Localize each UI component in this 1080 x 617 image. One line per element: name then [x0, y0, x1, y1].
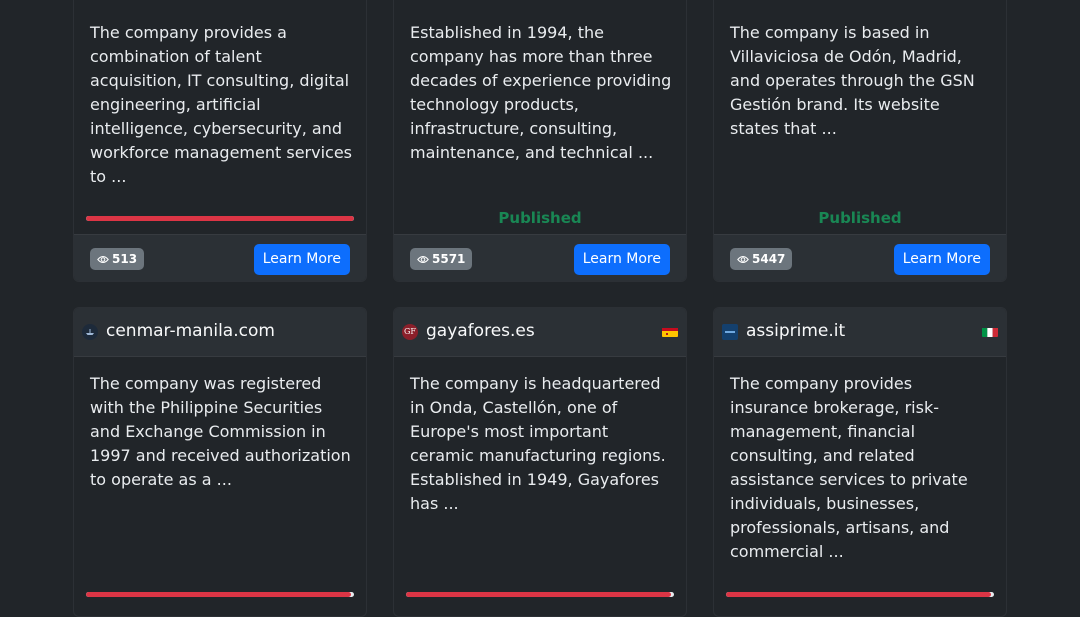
- views-badge: 513: [90, 248, 145, 270]
- learn-more-button[interactable]: Learn More: [573, 244, 670, 275]
- views-badge: 5447: [730, 248, 793, 270]
- company-card: cenmar-manila.com The company was regist…: [73, 307, 367, 617]
- company-description: The company provides insurance brokerage…: [730, 374, 968, 561]
- company-card: The company is based in Villaviciosa de …: [713, 0, 1007, 282]
- progress-bar-fill: [726, 592, 992, 597]
- company-card: The company provides a combination of ta…: [73, 0, 367, 282]
- progress-bar-fill: [406, 592, 672, 597]
- card-footer: 5447 Learn More: [714, 234, 1006, 281]
- status-label: Published: [498, 209, 582, 227]
- progress-bar-fill: [86, 592, 352, 597]
- progress-bar: [726, 592, 994, 597]
- views-count: 5571: [432, 252, 466, 266]
- company-description: The company provides a combination of ta…: [90, 23, 353, 186]
- card-footer: 513 Learn More: [74, 234, 366, 281]
- card-footer: 5571 Learn More: [394, 234, 686, 281]
- views-count: 5447: [752, 252, 786, 266]
- italy-flag-icon: [982, 325, 998, 337]
- status-label: Published: [818, 209, 902, 227]
- company-domain-link[interactable]: assiprime.it: [746, 321, 845, 341]
- card-header: GF gayafores.es: [394, 308, 686, 357]
- learn-more-button[interactable]: Learn More: [253, 244, 350, 275]
- progress-bar: [86, 592, 354, 597]
- company-description: The company was registered with the Phil…: [90, 374, 351, 489]
- company-card: Established in 1994, the company has mor…: [393, 0, 687, 282]
- ship-logo-icon: [82, 324, 98, 340]
- company-description: Established in 1994, the company has mor…: [410, 23, 672, 162]
- progress-bar: [86, 216, 354, 221]
- eye-icon: [737, 256, 749, 263]
- views-badge: 5571: [410, 248, 473, 270]
- company-card: assiprime.it The company provides insura…: [713, 307, 1007, 617]
- company-domain-link[interactable]: cenmar-manila.com: [106, 321, 275, 341]
- card-header: cenmar-manila.com: [74, 308, 366, 357]
- learn-more-button[interactable]: Learn More: [893, 244, 990, 275]
- company-domain-link[interactable]: gayafores.es: [426, 321, 535, 341]
- views-count: 513: [112, 252, 138, 266]
- progress-bar: [406, 592, 674, 597]
- gayafores-logo-icon: GF: [402, 324, 418, 340]
- spain-flag-icon: [662, 325, 678, 337]
- company-description: The company is based in Villaviciosa de …: [730, 23, 975, 138]
- assiprime-logo-icon: [722, 324, 738, 340]
- company-card: GF gayafores.es The company is headquart…: [393, 307, 687, 617]
- eye-icon: [417, 256, 429, 263]
- progress-bar-fill: [86, 216, 354, 221]
- card-header: assiprime.it: [714, 308, 1006, 357]
- company-description: The company is headquartered in Onda, Ca…: [410, 374, 666, 513]
- eye-icon: [97, 256, 109, 263]
